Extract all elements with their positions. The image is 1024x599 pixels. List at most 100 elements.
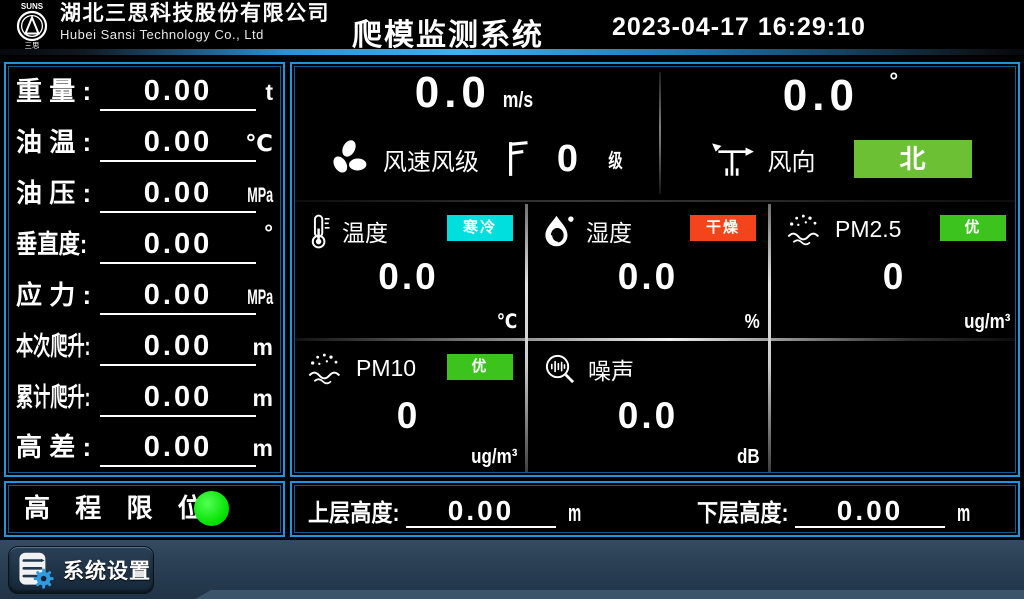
droplet-icon bbox=[542, 212, 576, 250]
wind-level-unit: 级 bbox=[608, 146, 622, 173]
layer-heights-panel: 上层高度: 0.00 m 下层高度: 0.00 m bbox=[290, 481, 1020, 537]
metric-value: 0.00 bbox=[100, 75, 256, 111]
upper-layer-label: 上层高度: bbox=[308, 493, 400, 528]
metric-row-verticality: 垂直度: 0.00 ° bbox=[16, 219, 275, 270]
pm25-value: 0 bbox=[771, 256, 1018, 298]
metric-unit: MPa bbox=[247, 184, 273, 208]
metric-label: 应 力 : bbox=[16, 275, 91, 312]
page-title: 爬模监测系统 bbox=[352, 10, 544, 54]
metric-row-height-diff: 高 差 : 0.00 m bbox=[16, 422, 275, 473]
sensor-name: 温度 bbox=[342, 214, 388, 248]
settings-button-label: 系统设置 bbox=[63, 555, 151, 585]
particles-icon bbox=[306, 351, 346, 385]
metric-value: 0.00 bbox=[100, 330, 256, 366]
noise-value: 0.0 bbox=[528, 395, 768, 437]
wind-level-flag-icon bbox=[505, 140, 531, 178]
temperature-value: 0.0 bbox=[292, 256, 525, 298]
metric-value: 0.00 bbox=[100, 228, 256, 264]
pm25-status-badge: 优 bbox=[940, 215, 1006, 241]
metric-row-oil-pressure: 油 压 : 0.00 MPa bbox=[16, 168, 275, 219]
sensor-header: PM2.5 bbox=[785, 212, 901, 246]
sensor-name: PM2.5 bbox=[835, 216, 901, 243]
wind-section-divider bbox=[659, 72, 661, 194]
pm10-value: 0 bbox=[292, 395, 525, 437]
sensor-header: 噪声 bbox=[542, 351, 634, 387]
wind-direction-label: 风向 bbox=[768, 142, 816, 177]
metric-value: 0.00 bbox=[100, 431, 256, 467]
metric-unit: t bbox=[265, 79, 273, 106]
metric-value: 0.00 bbox=[100, 177, 256, 213]
sensor-cell-noise: 噪声 0.0 dB bbox=[528, 341, 768, 473]
wind-vane-icon bbox=[710, 138, 756, 180]
settings-button[interactable]: 系统设置 bbox=[8, 546, 154, 594]
footer-stripe bbox=[195, 590, 1024, 599]
temperature-unit: ℃ bbox=[496, 309, 517, 334]
metric-unit: m bbox=[253, 334, 273, 361]
wind-level-row: 风速风级 0 级 bbox=[292, 130, 660, 188]
pm10-status-badge: 优 bbox=[447, 354, 513, 380]
sensor-cell-pm10: PM10 优 0 ug/m³ bbox=[292, 341, 525, 473]
pm10-unit: ug/m³ bbox=[471, 446, 517, 469]
wind-direction-section: 0.0 ° 风向 北 bbox=[663, 64, 1018, 201]
header: SUNS 三思 湖北三思科技股份有限公司 Hubei Sansi Technol… bbox=[0, 0, 1024, 49]
metric-label: 本次爬升: bbox=[16, 326, 90, 363]
logo-bottom-text: 三思 bbox=[25, 41, 40, 49]
wind-direction-name-badge: 北 bbox=[854, 140, 972, 178]
elevation-limit-label: 高 程 限 位 bbox=[24, 483, 213, 533]
humidity-unit: % bbox=[745, 311, 760, 334]
metric-unit: m bbox=[253, 435, 273, 462]
datetime-display: 2023-04-17 16:29:10 bbox=[612, 13, 866, 42]
lower-layer-label: 下层高度: bbox=[697, 493, 789, 528]
metric-unit: MPa bbox=[247, 286, 273, 310]
wind-level-value: 0 bbox=[557, 138, 578, 181]
wind-group-label: 风速风级 bbox=[383, 142, 479, 177]
upper-layer-height-group: 上层高度: 0.00 m bbox=[308, 483, 589, 535]
sensor-header: 温度 bbox=[306, 212, 388, 250]
settings-sliders-gear-icon bbox=[16, 550, 54, 590]
metric-label: 油 压 : bbox=[16, 173, 91, 210]
humidity-status-badge: 干燥 bbox=[690, 215, 756, 241]
sensor-header: PM10 bbox=[306, 351, 416, 385]
company-logo-icon: SUNS 三思 bbox=[8, 1, 56, 49]
thermometer-icon bbox=[306, 212, 332, 250]
environment-panel: 0.0 m/s 风速风级 0 级 bbox=[290, 62, 1020, 477]
sensor-cell-humidity: 湿度 干燥 0.0 % bbox=[528, 202, 768, 338]
metric-value: 0.00 bbox=[100, 126, 256, 162]
sensor-cell-pm25: PM2.5 优 0 ug/m³ bbox=[771, 202, 1018, 338]
wind-direction-reading: 0.0 ° bbox=[663, 68, 1018, 121]
header-divider bbox=[0, 49, 1024, 55]
wind-speed-section: 0.0 m/s 风速风级 0 级 bbox=[292, 64, 660, 201]
particles-icon bbox=[785, 212, 825, 246]
noise-icon bbox=[542, 351, 578, 387]
wind-speed-value: 0.0 bbox=[415, 68, 491, 117]
company-name-cn: 湖北三思科技股份有限公司 bbox=[60, 3, 330, 25]
upper-layer-value: 0.00 bbox=[406, 497, 556, 528]
elevation-limit-panel: 高 程 限 位 bbox=[4, 481, 285, 537]
metric-value: 0.00 bbox=[100, 381, 256, 417]
sensor-cell-temperature: 温度 寒冷 0.0 ℃ bbox=[292, 202, 525, 338]
temperature-status-badge: 寒冷 bbox=[447, 215, 513, 241]
metric-label: 累计爬升: bbox=[16, 377, 90, 414]
sensor-header: 湿度 bbox=[542, 212, 632, 250]
fan-icon bbox=[327, 137, 371, 181]
logo-top-text: SUNS bbox=[21, 2, 44, 11]
noise-unit: dB bbox=[737, 446, 760, 469]
wind-speed-reading: 0.0 m/s bbox=[292, 68, 660, 118]
metric-row-weight: 重 量 : 0.00 t bbox=[16, 66, 275, 117]
company-name-block: 湖北三思科技股份有限公司 Hubei Sansi Technology Co.,… bbox=[60, 3, 330, 42]
metric-label: 油 温 : bbox=[16, 122, 91, 159]
metric-row-current-climb: 本次爬升: 0.00 m bbox=[16, 321, 275, 372]
wind-direction-row: 风向 北 bbox=[663, 130, 1018, 188]
company-name-en: Hubei Sansi Technology Co., Ltd bbox=[60, 28, 330, 42]
wind-direction-value: 0.0 bbox=[783, 71, 859, 120]
metric-row-stress: 应 力 : 0.00 MPa bbox=[16, 270, 275, 321]
metric-unit: ° bbox=[264, 220, 273, 246]
wind-speed-unit: m/s bbox=[503, 87, 533, 113]
metric-unit: ℃ bbox=[245, 130, 273, 157]
lower-layer-unit: m bbox=[957, 500, 970, 528]
metrics-panel: 重 量 : 0.00 t 油 温 : 0.00 ℃ 油 压 : 0.00 MPa… bbox=[4, 62, 285, 477]
sensor-name: 噪声 bbox=[588, 352, 634, 386]
metric-value: 0.00 bbox=[100, 279, 256, 315]
metric-row-total-climb: 累计爬升: 0.00 m bbox=[16, 372, 275, 423]
climbing-formwork-monitor-screen: SUNS 三思 湖北三思科技股份有限公司 Hubei Sansi Technol… bbox=[0, 0, 1024, 599]
